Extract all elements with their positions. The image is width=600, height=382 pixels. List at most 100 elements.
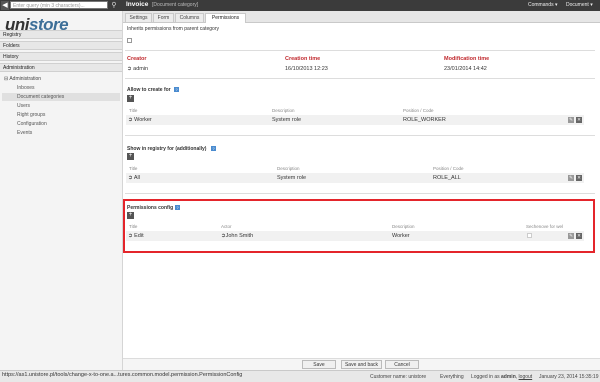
document-menu[interactable]: Document ▾ bbox=[566, 2, 593, 8]
user-icon: ➲ bbox=[127, 66, 132, 72]
add-icon[interactable]: + bbox=[127, 212, 134, 219]
row-actor: ➲John Smith bbox=[221, 233, 253, 239]
help-icon[interactable]: ? bbox=[211, 146, 216, 151]
edit-icon[interactable]: ✎ bbox=[568, 175, 574, 181]
delete-icon[interactable]: ✕ bbox=[576, 175, 582, 181]
sidebar-section-history[interactable]: History bbox=[0, 52, 122, 61]
logged-prefix: Logged in as bbox=[471, 374, 500, 380]
col-title: Title bbox=[129, 108, 138, 113]
row-code: ROLE_ALL bbox=[433, 175, 461, 181]
delete-icon[interactable]: ✕ bbox=[576, 117, 582, 123]
col-title: Title bbox=[129, 166, 138, 171]
sidebar-item-document-categories[interactable]: Document categories bbox=[2, 93, 120, 101]
collapse-icon[interactable]: ⊟ bbox=[4, 76, 8, 82]
add-icon[interactable]: + bbox=[127, 95, 134, 102]
row-description: Worker bbox=[392, 233, 410, 239]
edit-icon[interactable]: ✎ bbox=[568, 233, 574, 239]
table-row[interactable] bbox=[126, 173, 584, 183]
inherit-label: Inherits permissions from parent categor… bbox=[127, 26, 219, 32]
tab-form[interactable]: Form bbox=[153, 13, 174, 22]
save-and-back-button[interactable]: Save and back bbox=[341, 360, 382, 369]
col-flag: Sechenove for wel bbox=[526, 224, 564, 229]
role-icon: ➲ bbox=[128, 175, 133, 181]
tab-settings[interactable]: Settings bbox=[125, 13, 152, 22]
status-datetime: January 23, 2014 15:35:19 bbox=[539, 374, 599, 380]
sidebar-item-right-groups[interactable]: Right groups bbox=[17, 111, 120, 119]
help-icon[interactable]: ? bbox=[174, 87, 179, 92]
tree-root-administration[interactable]: ⊟ Administration bbox=[4, 76, 41, 82]
row-title: ➲ Edit bbox=[128, 233, 144, 239]
edit-icon[interactable]: ✎ bbox=[568, 117, 574, 123]
customer-name: Customer name: unistore bbox=[370, 374, 427, 380]
role-icon: ➲ bbox=[128, 117, 133, 123]
search-input[interactable]: Enter query (min 3 characters)... bbox=[10, 1, 108, 9]
row-actor-text: John Smith bbox=[225, 233, 254, 239]
document-subtitle: [Document category] bbox=[152, 2, 199, 8]
modification-time-label: Modification time bbox=[444, 56, 490, 62]
save-button[interactable]: Save bbox=[302, 360, 336, 369]
divider bbox=[125, 50, 595, 51]
creator-label: Creator bbox=[127, 56, 147, 62]
permission-icon: ➲ bbox=[128, 233, 133, 239]
logged-in-info: Logged in as admin, logout bbox=[471, 374, 533, 380]
divider bbox=[125, 193, 595, 194]
row-title-text: Edit bbox=[134, 233, 144, 239]
row-code: ROLE_WORKER bbox=[403, 117, 446, 123]
table-row[interactable] bbox=[126, 231, 584, 241]
scope-everything[interactable]: Everything bbox=[440, 374, 464, 380]
sidebar-item-inboxes[interactable]: Inboxes bbox=[17, 84, 120, 92]
tree-root-label: Administration bbox=[9, 76, 42, 82]
chevron-down-icon: ▾ bbox=[590, 2, 593, 8]
col-position-code: Position / Code bbox=[403, 108, 434, 113]
modification-time-value: 23/01/2014 14:42 bbox=[444, 66, 487, 72]
sidebar-item-users[interactable]: Users bbox=[17, 102, 120, 110]
divider bbox=[125, 135, 595, 136]
row-description: System role bbox=[272, 117, 302, 123]
row-title: ➲ Worker bbox=[128, 117, 152, 123]
tab-bar: Settings Form Columns Permissions bbox=[123, 11, 600, 23]
logout-link[interactable]: logout bbox=[519, 374, 533, 380]
creator-name: admin bbox=[133, 66, 149, 72]
chevron-down-icon: ▾ bbox=[554, 2, 558, 8]
allow-create-title: Allow to create for bbox=[127, 87, 171, 93]
logged-user[interactable]: admin bbox=[501, 374, 516, 380]
cancel-button[interactable]: Cancel bbox=[385, 360, 419, 369]
row-title-text: Worker bbox=[134, 117, 152, 123]
creation-time-label: Creation time bbox=[285, 56, 321, 62]
add-icon[interactable]: + bbox=[127, 153, 134, 160]
sidebar-section-administration[interactable]: Administration bbox=[0, 63, 122, 72]
document-title: Invoice bbox=[126, 1, 149, 8]
col-description: Description bbox=[392, 224, 415, 229]
col-description: Description bbox=[272, 108, 295, 113]
back-arrow-icon[interactable]: ◀ bbox=[1, 1, 9, 10]
tab-permissions[interactable]: Permissions bbox=[205, 13, 246, 23]
creator-value: ➲ admin bbox=[127, 66, 148, 72]
inherit-checkbox[interactable] bbox=[127, 38, 132, 43]
col-actor: Actor bbox=[221, 224, 232, 229]
commands-menu[interactable]: Commands ▾ bbox=[528, 2, 557, 8]
sidebar-item-events[interactable]: Events bbox=[17, 129, 120, 137]
sidebar-section-folders[interactable]: Folders bbox=[0, 41, 122, 50]
sidebar-item-configuration[interactable]: Configuration bbox=[17, 120, 120, 128]
tab-columns[interactable]: Columns bbox=[175, 13, 204, 22]
document-menu-label: Document bbox=[566, 2, 589, 8]
permissions-config-title: Permissions config bbox=[127, 205, 174, 211]
row-flag-checkbox[interactable] bbox=[527, 233, 532, 238]
sidebar-section-registry[interactable]: Registry bbox=[0, 30, 122, 39]
row-title: ➲ All bbox=[128, 175, 140, 181]
permissions-config-highlight bbox=[123, 199, 595, 253]
table-row[interactable] bbox=[126, 115, 584, 125]
row-title-text: All bbox=[133, 175, 140, 181]
help-icon[interactable]: ? bbox=[175, 205, 180, 210]
col-title: Title bbox=[129, 224, 138, 229]
col-position-code: Position / Code bbox=[433, 166, 464, 171]
commands-menu-label: Commands bbox=[528, 2, 554, 8]
row-description: System role bbox=[277, 175, 307, 181]
show-registry-title: Show in registry for (additionally) bbox=[127, 146, 207, 152]
divider bbox=[125, 78, 595, 79]
col-description: Description bbox=[277, 166, 300, 171]
top-bar: ◀ Enter query (min 3 characters)... ⚲ In… bbox=[0, 0, 600, 11]
delete-icon[interactable]: ✕ bbox=[576, 233, 582, 239]
status-url: https://as1.unistore.pl/tools/change-x-t… bbox=[2, 372, 243, 378]
search-icon[interactable]: ⚲ bbox=[110, 1, 118, 10]
